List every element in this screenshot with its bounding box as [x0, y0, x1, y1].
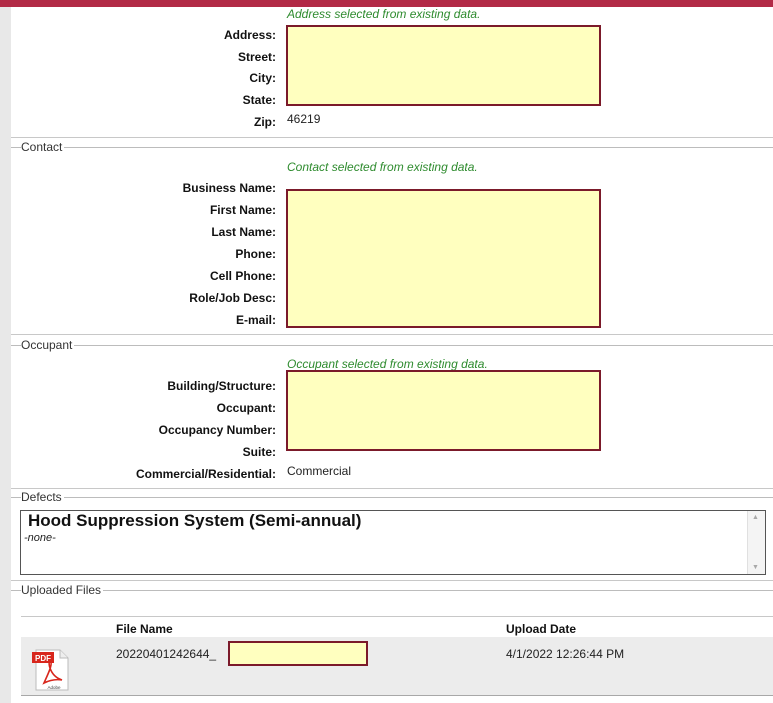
occupant-legend: Occupant — [21, 338, 75, 352]
contact-note: Contact selected from existing data. — [287, 160, 478, 174]
pdf-file-icon[interactable]: PDF Adobe — [32, 646, 70, 692]
upload-date-cell: 4/1/2022 12:26:44 PM — [506, 647, 625, 661]
files-legend-line — [11, 590, 773, 591]
occupant-redaction — [286, 370, 601, 451]
contact-legend-line — [11, 147, 773, 148]
suite-label: Suite: — [242, 445, 276, 459]
file-name-redaction — [228, 641, 368, 666]
section-divider — [11, 488, 773, 489]
file-name-column-header[interactable]: File Name — [116, 622, 173, 636]
section-divider — [11, 334, 773, 335]
cell-phone-label: Cell Phone: — [209, 269, 276, 283]
first-name-label: First Name: — [209, 203, 276, 217]
city-label: City: — [249, 71, 276, 85]
section-divider — [11, 580, 773, 581]
occupant-legend-line — [11, 345, 773, 346]
street-label: Street: — [237, 50, 276, 64]
occupant-note: Occupant selected from existing data. — [287, 357, 488, 371]
top-accent-bar — [0, 0, 773, 7]
defect-title: Hood Suppression System (Semi-annual) — [28, 511, 362, 530]
files-legend: Uploaded Files — [21, 583, 104, 597]
table-row: PDF Adobe 20220401242644_ 4/1/2022 12:26… — [21, 637, 773, 696]
defect-subtitle: -none- — [24, 532, 56, 544]
contact-redaction — [286, 189, 601, 328]
file-name-cell[interactable]: 20220401242644_ — [116, 647, 216, 661]
occupant-label: Occupant: — [216, 401, 276, 415]
contact-legend: Contact — [21, 140, 65, 154]
role-label: Role/Job Desc: — [189, 291, 276, 305]
address-label: Address: — [223, 28, 276, 42]
scroll-up-arrow-icon[interactable]: ▲ — [752, 514, 759, 521]
address-redaction — [286, 25, 601, 106]
section-divider — [11, 137, 773, 138]
scroll-down-arrow-icon[interactable]: ▼ — [752, 564, 759, 571]
left-gutter — [0, 7, 11, 703]
business-name-label: Business Name: — [182, 181, 276, 195]
building-label: Building/Structure: — [167, 379, 276, 393]
defects-legend-line — [11, 497, 773, 498]
last-name-label: Last Name: — [211, 225, 276, 239]
phone-label: Phone: — [235, 247, 276, 261]
address-note: Address selected from existing data. — [287, 7, 481, 21]
email-label: E-mail: — [235, 313, 276, 327]
zip-value: 46219 — [287, 112, 321, 126]
defects-textarea[interactable]: Hood Suppression System (Semi-annual) -n… — [20, 510, 766, 575]
occupancy-number-label: Occupancy Number: — [158, 423, 276, 437]
defects-scrollbar[interactable]: ▲ ▼ — [747, 511, 765, 574]
commercial-residential-value: Commercial — [287, 464, 352, 478]
defects-legend: Defects — [21, 490, 64, 504]
commercial-residential-label: Commercial/Residential: — [135, 467, 276, 481]
adobe-icon-text: Adobe — [47, 685, 61, 690]
upload-date-column-header[interactable]: Upload Date — [506, 622, 576, 636]
state-label: State: — [242, 93, 276, 107]
zip-label: Zip: — [254, 115, 276, 129]
files-table-header: File Name Upload Date — [21, 616, 773, 638]
